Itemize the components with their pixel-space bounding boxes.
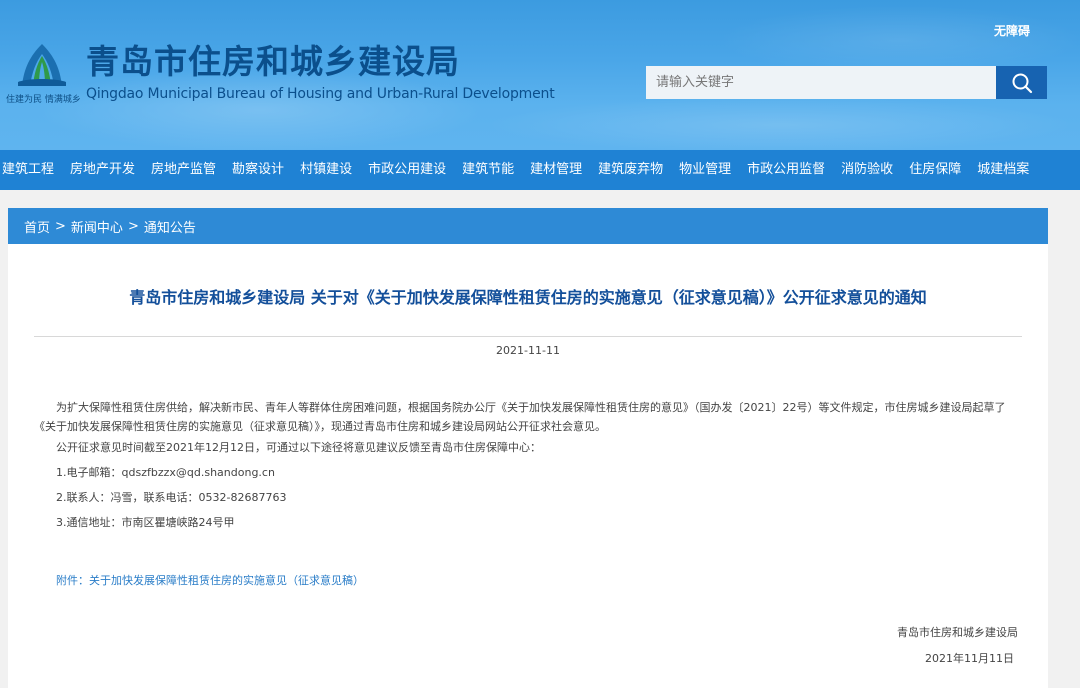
search-button[interactable] bbox=[996, 66, 1047, 99]
nav-item-property-management[interactable]: 物业管理 bbox=[671, 150, 739, 190]
logo-slogan: 住建为民 情满城乡 bbox=[6, 95, 81, 105]
signature-date: 2021年11月11日 bbox=[925, 652, 1014, 665]
nav-item-construction-waste[interactable]: 建筑废弃物 bbox=[590, 150, 671, 190]
nav-item-building-engineering[interactable]: 建筑工程 bbox=[0, 150, 62, 190]
title-divider bbox=[34, 336, 1022, 337]
site-subtitle: Qingdao Municipal Bureau of Housing and … bbox=[86, 86, 555, 102]
nav-item-municipal-supervision[interactable]: 市政公用监督 bbox=[739, 150, 833, 190]
bureau-logo-icon[interactable] bbox=[16, 42, 68, 90]
nav-item-fire-acceptance[interactable]: 消防验收 bbox=[833, 150, 901, 190]
article-title: 青岛市住房和城乡建设局 关于对《关于加快发展保障性租赁住房的实施意见（征求意见稿… bbox=[129, 288, 927, 307]
attachment-link[interactable]: 附件：关于加快发展保障性租赁住房的实施意见（征求意见稿） bbox=[56, 572, 364, 588]
nav-item-real-estate-development[interactable]: 房地产开发 bbox=[62, 150, 143, 190]
nav-item-urban-archives[interactable]: 城建档案 bbox=[969, 150, 1037, 190]
breadcrumb-notice-link[interactable]: 通知公告 bbox=[144, 217, 196, 236]
nav-item-survey-design[interactable]: 勘察设计 bbox=[224, 150, 292, 190]
signature-org: 青岛市住房和城乡建设局 bbox=[897, 626, 1018, 639]
article-panel: 首页 > 新闻中心 > 通知公告 青岛市住房和城乡建设局 关于对《关于加快发展保… bbox=[8, 208, 1048, 688]
contact-address: 3.通信地址：市南区瞿塘峡路24号甲 bbox=[56, 516, 235, 529]
article-body: 为扩大保障性租赁住房供给，解决新市民、青年人等群体住房困难问题，根据国务院办公厅… bbox=[34, 398, 1024, 532]
body-paragraph: 公开征求意见时间截至2021年12月12日，可通过以下途径将意见建议反馈至青岛市… bbox=[56, 441, 541, 454]
site-title[interactable]: 青岛市住房和城乡建设局 bbox=[86, 40, 460, 84]
nav-item-building-materials[interactable]: 建材管理 bbox=[522, 150, 590, 190]
breadcrumb-separator: > bbox=[55, 218, 66, 234]
nav-item-real-estate-supervision[interactable]: 房地产监管 bbox=[143, 150, 224, 190]
nav-item-housing-security[interactable]: 住房保障 bbox=[901, 150, 969, 190]
breadcrumb-home-link[interactable]: 首页 bbox=[24, 217, 50, 236]
accessibility-link[interactable]: 无障碍 bbox=[994, 22, 1030, 39]
search-icon bbox=[1012, 73, 1032, 93]
body-paragraph: 为扩大保障性租赁住房供给，解决新市民、青年人等群体住房困难问题，根据国务院办公厅… bbox=[34, 401, 1006, 433]
site-header: 住建为民 情满城乡 青岛市住房和城乡建设局 Qingdao Municipal … bbox=[0, 0, 1080, 150]
main-nav: 建筑工程 房地产开发 房地产监管 勘察设计 村镇建设 市政公用建设 建筑节能 建… bbox=[0, 150, 1080, 190]
breadcrumb: 首页 > 新闻中心 > 通知公告 bbox=[8, 208, 1048, 244]
breadcrumb-separator: > bbox=[127, 218, 139, 234]
search-input[interactable] bbox=[646, 66, 996, 99]
nav-item-village-town[interactable]: 村镇建设 bbox=[292, 150, 360, 190]
contact-email: 1.电子邮箱：qdszfbzzx@qd.shandong.cn bbox=[56, 466, 275, 479]
breadcrumb-news-link[interactable]: 新闻中心 bbox=[71, 217, 123, 236]
contact-person: 2.联系人：冯雪，联系电话：0532-82687763 bbox=[56, 491, 287, 504]
nav-item-energy-saving[interactable]: 建筑节能 bbox=[454, 150, 522, 190]
publish-date: 2021-11-11 bbox=[496, 344, 560, 357]
nav-item-municipal-construction[interactable]: 市政公用建设 bbox=[360, 150, 454, 190]
